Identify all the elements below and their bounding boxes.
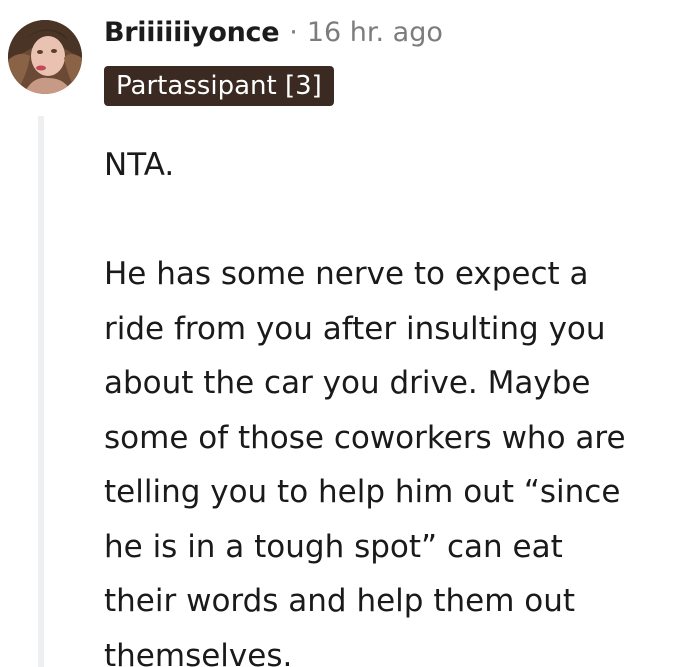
separator-dot: · xyxy=(289,16,298,48)
comment-body: NTA. He has some nerve to expect a ride … xyxy=(104,138,693,667)
comment-line: he is in a tough spot” can eat xyxy=(104,528,563,565)
comment-line: about the car you drive. Maybe xyxy=(104,365,591,401)
user-flair-badge: Partassipant [3] xyxy=(104,66,334,106)
comment-header: Briiiiiiyonce · 16 hr. ago xyxy=(104,12,443,52)
timestamp-link[interactable]: 16 hr. ago xyxy=(307,17,443,48)
comment-line: He has some nerve to expect a xyxy=(104,256,589,292)
comment-line: themselves. xyxy=(104,637,293,667)
comment-line: ride from you after insulting you xyxy=(104,310,606,347)
comment-line: some of those coworkers who are xyxy=(104,419,626,456)
avatar-image xyxy=(8,20,82,94)
comment-paragraph: He has some nerve to expect a ride from … xyxy=(104,247,693,667)
thread-collapse-line[interactable] xyxy=(38,116,44,667)
author-link[interactable]: Briiiiiiyonce xyxy=(104,17,280,48)
comment-line: telling you to help him out “since xyxy=(104,474,621,510)
comment-verdict: NTA. xyxy=(104,147,175,183)
comment-line: their words and help them out xyxy=(104,583,576,619)
avatar[interactable] xyxy=(8,20,82,94)
